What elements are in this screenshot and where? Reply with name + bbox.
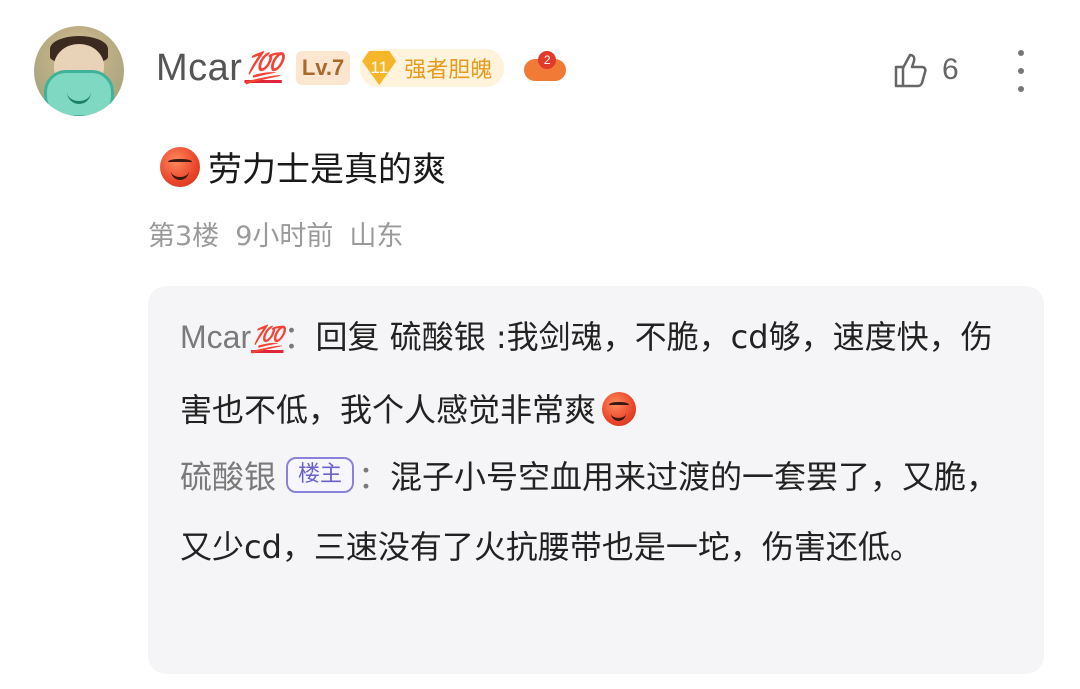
comment-location: 山东	[349, 221, 404, 252]
reply-to-user[interactable]: 硫酸银	[390, 318, 486, 356]
avatar-mask	[44, 70, 114, 116]
reply-item[interactable]: Mcar💯：回复 硫酸银 :我剑魂，不脆，cd够，速度快，伤害也不低，我个人感觉…	[180, 302, 1010, 445]
reply-separator: ：	[283, 319, 316, 355]
hundred-points-icon: 💯	[251, 325, 284, 355]
dot	[1018, 68, 1024, 74]
dot	[1018, 50, 1024, 56]
reply-author[interactable]: Mcar	[180, 319, 251, 355]
comment-meta: 第3楼 9小时前 山东	[148, 214, 403, 253]
reply-author[interactable]: 硫酸银	[180, 459, 276, 495]
comment-text: 劳力士是真的爽	[208, 150, 446, 190]
smirk-emoji-icon	[160, 146, 200, 187]
reply-item[interactable]: 硫酸银 楼主 ：混子小号空血用来过渡的一套罢了，又脆，又少cd，三速没有了火抗腰带也…	[180, 442, 1010, 582]
title-text: 强者胆魄	[404, 58, 493, 83]
username[interactable]: Mcar	[156, 47, 242, 90]
like-count: 6	[942, 53, 959, 86]
reply-to-prefix: 回复	[315, 318, 390, 356]
more-options-icon[interactable]	[1008, 50, 1034, 92]
avatar[interactable]	[34, 26, 124, 116]
thumbs-up-icon	[894, 53, 927, 88]
comment-time: 9小时前	[235, 221, 334, 252]
user-info-row: Mcar 💯 Lv.7 11 强者胆魄 2	[156, 44, 567, 92]
replies-panel[interactable]: Mcar💯：回复 硫酸银 :我剑魂，不脆，cd够，速度快，伤害也不低，我个人感觉…	[148, 286, 1044, 674]
title-level: 11	[362, 51, 397, 85]
comment-body: 劳力士是真的爽	[160, 142, 446, 191]
floor-number: 第3楼	[148, 221, 220, 252]
smirk-emoji-icon	[602, 392, 637, 426]
gamepad-badge-icon[interactable]: 2	[524, 51, 567, 83]
reply-separator: ：	[358, 459, 391, 495]
level-badge[interactable]: Lv.7	[295, 51, 351, 85]
mask-smile	[67, 91, 91, 104]
like-button[interactable]: 6	[890, 50, 959, 90]
dot	[1018, 86, 1024, 92]
hundred-points-icon: 💯	[244, 50, 282, 86]
owner-tag: 楼主	[286, 457, 355, 493]
title-badge[interactable]: 11 强者胆魄	[360, 49, 505, 87]
